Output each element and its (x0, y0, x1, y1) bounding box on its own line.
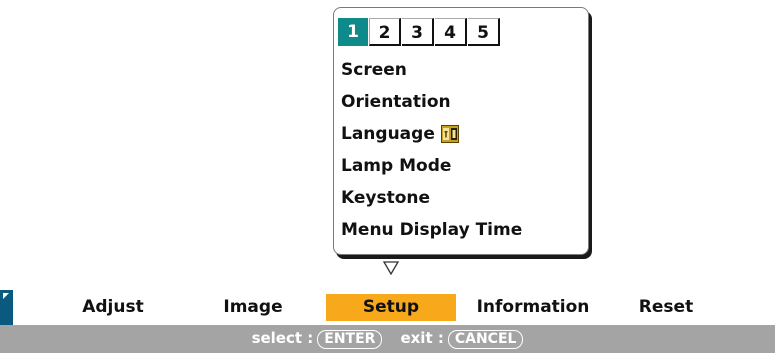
menu-item-label: Language (341, 124, 435, 144)
tab-page-1[interactable]: 1 (338, 18, 368, 46)
cancel-key-badge: CANCEL (447, 330, 524, 349)
tab-page-5[interactable]: 5 (468, 18, 500, 46)
main-menu-information[interactable]: Information (470, 294, 596, 321)
menu-item-screen[interactable]: Screen (341, 54, 522, 86)
exit-hint-label: exit : (400, 329, 444, 347)
main-menu-adjust[interactable]: Adjust (68, 294, 158, 321)
down-triangle-icon (383, 261, 399, 275)
tab-page-3[interactable]: 3 (402, 18, 434, 46)
menu-item-lamp-mode[interactable]: Lamp Mode (341, 150, 522, 182)
language-icon (440, 125, 459, 143)
main-menu-setup[interactable]: Setup (326, 294, 456, 321)
menu-item-label: Lamp Mode (341, 156, 452, 176)
tab-page-4[interactable]: 4 (435, 18, 467, 46)
submenu-page-tabs: 1 2 3 4 5 (338, 18, 500, 46)
submenu-list: Screen Orientation Language Lamp Mode Ke… (341, 54, 522, 246)
menu-item-label: Menu Display Time (341, 220, 523, 240)
menu-item-orientation[interactable]: Orientation (341, 86, 522, 118)
corner-notch-icon (3, 293, 9, 299)
tab-page-2[interactable]: 2 (369, 18, 401, 46)
menu-item-label: Screen (341, 60, 407, 80)
setup-submenu-popup: 1 2 3 4 5 Screen Orientation Language La… (333, 7, 589, 255)
main-menu-image[interactable]: Image (208, 294, 298, 321)
select-hint: select : ENTER (252, 329, 383, 349)
menu-item-keystone[interactable]: Keystone (341, 182, 522, 214)
select-hint-label: select : (251, 329, 314, 347)
exit-hint: exit : CANCEL (400, 329, 524, 349)
main-menu-bar: Adjust Image Setup Information Reset (0, 290, 775, 325)
status-help-bar: select : ENTER exit : CANCEL (0, 325, 775, 353)
menu-item-label: Orientation (341, 92, 451, 112)
menu-item-language[interactable]: Language (341, 118, 522, 150)
main-menu-reset[interactable]: Reset (626, 294, 706, 321)
menu-item-label: Keystone (341, 188, 431, 208)
menu-item-menu-display-time[interactable]: Menu Display Time (341, 214, 522, 246)
enter-key-badge: ENTER (317, 330, 383, 349)
